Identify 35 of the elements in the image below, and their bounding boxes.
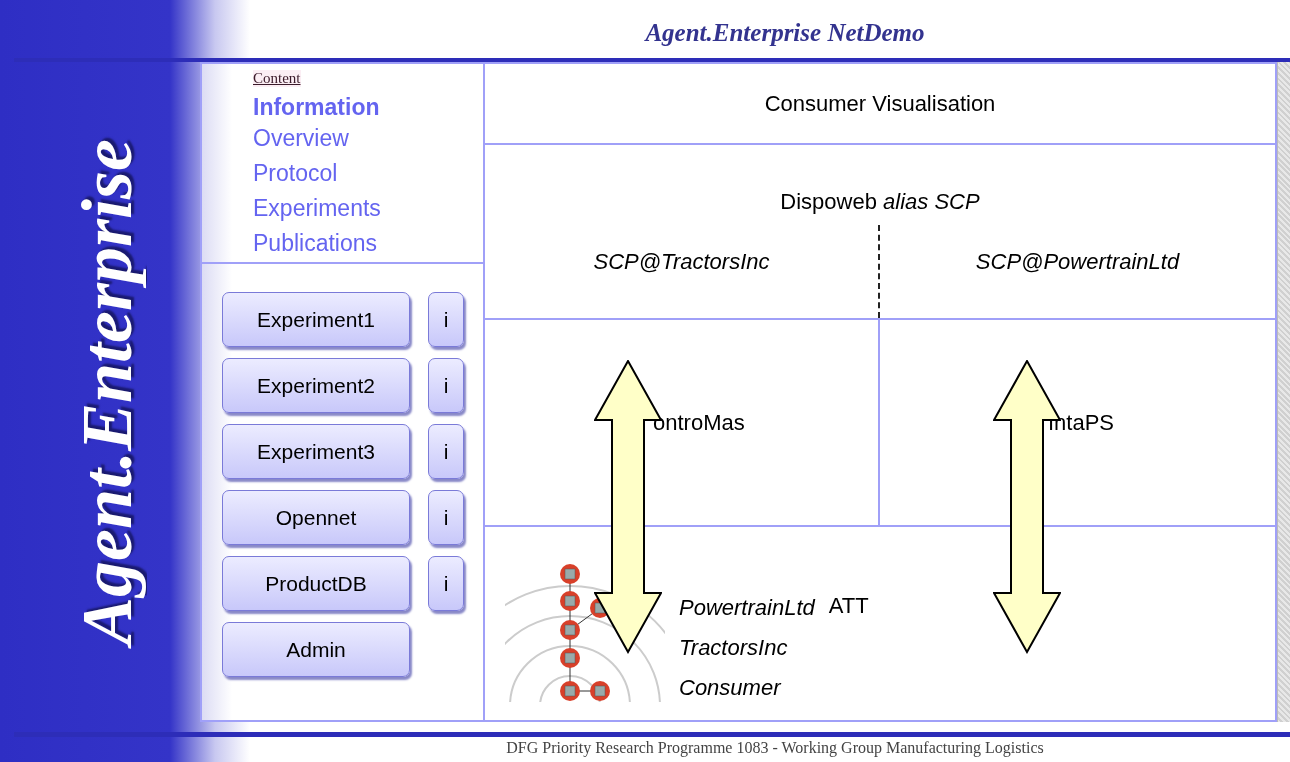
- network-node: [560, 591, 580, 611]
- scp-label: SCP@PowertrainLtd: [975, 248, 1180, 275]
- nav-link[interactable]: Overview: [253, 121, 349, 156]
- section-heading: Information: [253, 93, 381, 121]
- page-title: Agent.Enterprise NetDemo: [645, 19, 925, 47]
- nav-link[interactable]: Experiments: [253, 191, 381, 226]
- consumer-visualisation-label: Consumer Visualisation: [764, 90, 996, 117]
- nav-link[interactable]: Publications: [253, 226, 378, 261]
- menu-button[interactable]: Experiment3: [222, 424, 410, 479]
- menu-button[interactable]: Experiment1: [222, 292, 410, 347]
- info-button[interactable]: i: [428, 556, 464, 611]
- logo-text: Agent.Enterprise: [65, 138, 148, 646]
- menu-button[interactable]: Experiment2: [222, 358, 410, 413]
- network-node: [590, 681, 610, 701]
- network-node: [560, 620, 580, 640]
- info-button[interactable]: i: [428, 424, 464, 479]
- info-button[interactable]: i: [428, 358, 464, 413]
- nav-link[interactable]: Protocol: [253, 156, 338, 191]
- att-label: ATT: [828, 593, 869, 619]
- dispoweb-label: Dispoweb alias SCP: [780, 189, 980, 215]
- agent-label: ontroMas: [653, 409, 745, 436]
- footer-text: DFG Priority Research Programme 1083 - Working Group Manufacturing Logistics: [506, 738, 1044, 759]
- info-button[interactable]: i: [428, 292, 464, 347]
- menu-button[interactable]: ProductDB: [222, 556, 410, 611]
- menu-button[interactable]: Opennet: [222, 490, 410, 545]
- info-button[interactable]: i: [428, 490, 464, 545]
- content-link[interactable]: Content: [253, 70, 301, 87]
- company-label: Consumer: [679, 674, 783, 702]
- network-node: [560, 648, 580, 668]
- network-node: [560, 681, 580, 701]
- company-label: PowertrainLtd: [679, 594, 815, 622]
- menu-button[interactable]: Admin: [222, 622, 410, 677]
- company-label: TractorsInc: [679, 634, 789, 662]
- scp-label: SCP@TractorsInc: [593, 248, 770, 275]
- network-node: [560, 564, 580, 584]
